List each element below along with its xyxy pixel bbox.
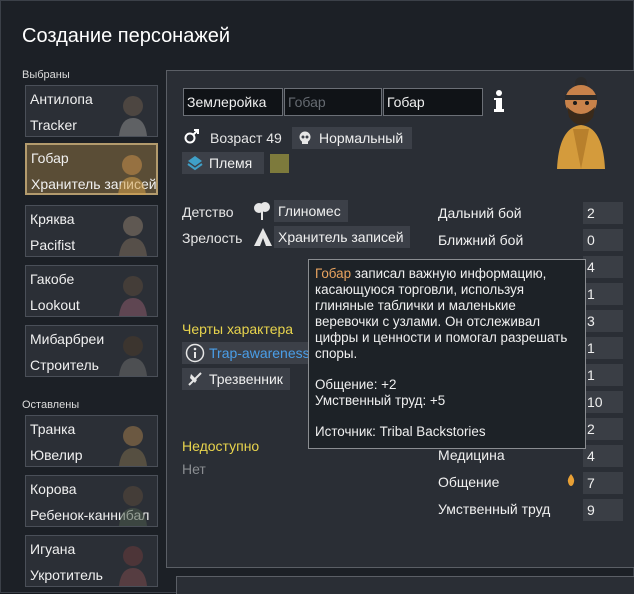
bottom-panel — [176, 576, 634, 594]
skill-value: 4 — [583, 445, 623, 467]
tooltip-description: Гобар записал важную информацию, касающу… — [315, 266, 579, 362]
flame-icon — [567, 474, 575, 486]
pawn-card-antilopa[interactable]: Антилопа Tracker — [25, 85, 158, 137]
skill-value: 0 — [583, 229, 623, 251]
pawn-card-mibarbrei[interactable]: Мибарбреи Строитель — [25, 325, 158, 377]
pawn-role: Lookout — [30, 297, 80, 313]
trait-label: Трезвенник — [209, 371, 283, 387]
backstory-tooltip: Гобар записал важную информацию, касающу… — [308, 259, 586, 449]
tooltip-text: записал важную информацию, касающуюся то… — [315, 266, 568, 361]
character-creation-window: Создание персонажей Выбраны Антилопа Tra… — [0, 0, 634, 594]
info-circle-icon — [185, 343, 205, 363]
faction-label: Племя — [209, 155, 253, 171]
info-icon[interactable] — [492, 89, 506, 113]
skill-value: 3 — [583, 310, 623, 332]
skill-name: Общение — [438, 474, 500, 490]
chosen-section-label: Выбраны — [22, 69, 70, 81]
skull-icon — [299, 131, 311, 144]
pawn-portrait-icon — [119, 486, 147, 526]
pawn-role: Tracker — [30, 117, 77, 133]
faction-color-swatch[interactable] — [270, 154, 289, 173]
pawn-portrait-icon — [118, 155, 146, 195]
tent-icon — [254, 228, 272, 246]
health-tag[interactable]: Нормальный — [292, 127, 412, 149]
skill-name: Медицина — [438, 447, 505, 463]
incapable-value: Нет — [182, 461, 206, 477]
male-icon — [184, 129, 199, 144]
pawn-name: Гобар — [31, 150, 69, 166]
skill-value: 2 — [583, 418, 623, 440]
skill-name: Ближний бой — [438, 232, 524, 248]
pawn-card-kryakva[interactable]: Кряква Pacifist — [25, 205, 158, 257]
skill-name: Дальний бой — [438, 205, 522, 221]
skill-value: 1 — [583, 337, 623, 359]
pawn-portrait-icon — [119, 546, 147, 586]
tooltip-bonus: Умственный труд: +5 — [315, 393, 446, 408]
pawn-name: Корова — [30, 481, 77, 497]
pawn-portrait-icon — [119, 426, 147, 466]
pawn-name: Мибарбреи — [30, 331, 105, 347]
pawn-name: Гакобе — [30, 271, 75, 287]
nickname-field[interactable]: Гобар — [284, 88, 382, 116]
adulthood-tag[interactable]: Хранитель записей — [274, 226, 410, 248]
adulthood-label: Зрелость — [182, 230, 243, 246]
pawn-name: Кряква — [30, 211, 75, 227]
left-section-label: Оставлены — [22, 399, 80, 411]
pawn-card-korova[interactable]: Корова Ребенок-каннибал — [25, 475, 158, 527]
pawn-portrait-icon — [119, 276, 147, 316]
health-label: Нормальный — [319, 130, 404, 146]
skill-value: 10 — [583, 391, 623, 413]
no-drink-icon — [188, 372, 202, 386]
pawn-role: Строитель — [30, 357, 99, 373]
age-label: Возраст 49 — [210, 130, 282, 146]
page-title: Создание персонажей — [22, 25, 231, 47]
tooltip-bonus: Общение: +2 — [315, 377, 397, 392]
pawn-portrait-icon — [119, 336, 147, 376]
trait-trap-awareness[interactable]: Trap-awareness — [182, 342, 314, 364]
skill-value: 1 — [583, 283, 623, 305]
childhood-tag[interactable]: Глиномес — [274, 200, 348, 222]
pawn-role: Pacifist — [30, 237, 76, 253]
first-name-field[interactable]: Землеройка — [183, 88, 283, 116]
pawn-role: Ювелир — [30, 447, 83, 463]
skill-value: 7 — [583, 472, 623, 494]
last-name-field[interactable]: Гобар — [383, 88, 483, 116]
pawn-portrait-icon — [119, 216, 147, 256]
pawn-role: Укротитель — [30, 567, 103, 583]
tooltip-name: Гобар — [315, 266, 352, 281]
skill-value: 1 — [583, 364, 623, 386]
tooltip-source: Источник: Tribal Backstories — [315, 424, 486, 439]
pawn-name: Транка — [30, 421, 76, 437]
trait-label: Trap-awareness — [209, 345, 310, 361]
trait-teetotaler[interactable]: Трезвенник — [182, 368, 290, 390]
skill-value: 2 — [583, 202, 623, 224]
pawn-card-gobar[interactable]: Гобар Хранитель записей — [25, 143, 158, 195]
character-portrait-icon — [557, 77, 605, 169]
pawn-card-tranka[interactable]: Транка Ювелир — [25, 415, 158, 467]
pawn-card-iguana[interactable]: Игуана Укротитель — [25, 535, 158, 587]
pawn-name: Антилопа — [30, 91, 93, 107]
pawn-portrait-icon — [119, 96, 147, 136]
faction-icon — [187, 156, 203, 171]
faction-tag[interactable]: Племя — [182, 152, 264, 174]
pawn-card-gakobe[interactable]: Гакобе Lookout — [25, 265, 158, 317]
traits-header: Черты характера — [182, 321, 294, 337]
incapable-header: Недоступно — [182, 438, 260, 454]
skill-name: Умственный труд — [438, 501, 551, 517]
skill-value: 9 — [583, 499, 623, 521]
skill-value: 4 — [583, 256, 623, 278]
tree-icon — [254, 202, 270, 220]
pawn-name: Игуана — [30, 541, 76, 557]
childhood-label: Детство — [182, 204, 234, 220]
